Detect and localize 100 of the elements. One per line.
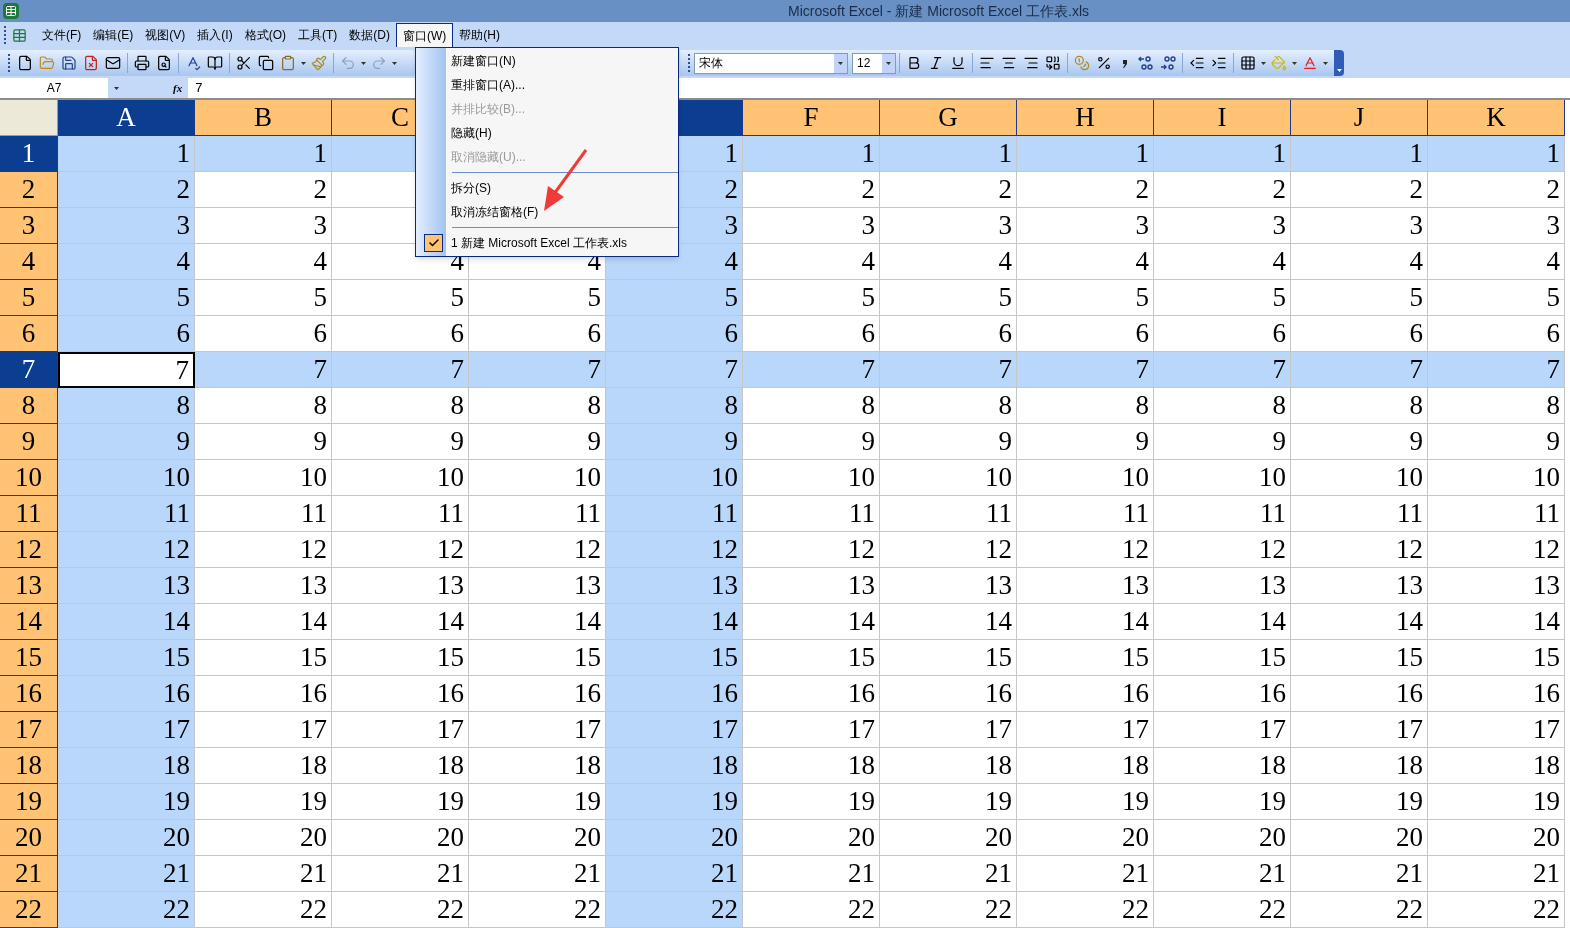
row-header[interactable]: 19 xyxy=(0,784,58,820)
caret-icon[interactable] xyxy=(1292,61,1297,65)
table-cell: 12 xyxy=(743,532,880,568)
row-header[interactable]: 1 xyxy=(0,136,58,172)
table-cell: 5 xyxy=(1017,280,1154,316)
menu-item[interactable]: 帮助(H) xyxy=(453,23,506,47)
table-cell: 1 xyxy=(743,136,880,172)
caret-icon[interactable] xyxy=(361,61,366,65)
caret-icon[interactable] xyxy=(886,61,891,65)
column-header[interactable]: A xyxy=(58,100,195,136)
table-cell: 22 xyxy=(195,892,332,928)
table-cell: 14 xyxy=(1154,604,1291,640)
table-cell: 6 xyxy=(880,316,1017,352)
row-header[interactable]: 3 xyxy=(0,208,58,244)
table-cell: 20 xyxy=(606,820,743,856)
row-header[interactable]: 8 xyxy=(0,388,58,424)
caret-icon[interactable] xyxy=(1261,61,1266,65)
table-cell: 3 xyxy=(195,208,332,244)
table-cell: 3 xyxy=(1291,208,1428,244)
menu-item[interactable]: 文件(F) xyxy=(36,23,88,47)
row-header[interactable]: 2 xyxy=(0,172,58,208)
row-header[interactable]: 18 xyxy=(0,748,58,784)
table-cell: 19 xyxy=(1428,784,1565,820)
menu-item[interactable]: 视图(V) xyxy=(139,23,192,47)
font-dropdown[interactable]: 宋体 xyxy=(694,52,848,74)
table-cell: 1 xyxy=(1291,136,1428,172)
table-cell: 17 xyxy=(332,712,469,748)
table-cell: 10 xyxy=(1017,460,1154,496)
column-header[interactable]: J xyxy=(1291,100,1428,136)
table-cell: 12 xyxy=(58,532,195,568)
column-header[interactable]: K xyxy=(1428,100,1565,136)
table-cell: 9 xyxy=(743,424,880,460)
table-cell: 21 xyxy=(880,856,1017,892)
table-cell: 5 xyxy=(1428,280,1565,316)
menu-item[interactable]: 工具(T) xyxy=(292,23,344,47)
table-cell: 14 xyxy=(880,604,1017,640)
table-cell: 21 xyxy=(743,856,880,892)
row-header[interactable]: 4 xyxy=(0,244,58,280)
row-header[interactable]: 6 xyxy=(0,316,58,352)
table-cell: 12 xyxy=(1291,532,1428,568)
name-box[interactable]: A7 xyxy=(0,78,108,98)
menu-item[interactable]: 插入(I) xyxy=(191,23,239,47)
row-header[interactable]: 12 xyxy=(0,532,58,568)
table-cell: 18 xyxy=(469,748,606,784)
row-header[interactable]: 14 xyxy=(0,604,58,640)
table-cell: 13 xyxy=(332,568,469,604)
table-cell: 22 xyxy=(880,892,1017,928)
table-cell: 11 xyxy=(1154,496,1291,532)
column-header[interactable]: I xyxy=(1154,100,1291,136)
comma-style-icon[interactable] xyxy=(1122,58,1128,68)
column-header[interactable]: B xyxy=(195,100,332,136)
menu-item[interactable]: 窗口(W) xyxy=(396,23,454,47)
table-cell: 16 xyxy=(469,676,606,712)
decrease-decimal-icon[interactable] xyxy=(1160,55,1176,71)
document-icon[interactable] xyxy=(10,26,28,44)
table-cell: 18 xyxy=(1017,748,1154,784)
table-cell: 15 xyxy=(880,640,1017,676)
row-header[interactable]: 21 xyxy=(0,856,58,892)
caret-icon[interactable] xyxy=(838,61,843,65)
increase-decimal-icon[interactable] xyxy=(1138,55,1154,71)
table-cell: 18 xyxy=(195,748,332,784)
table-cell: 7 xyxy=(195,352,332,388)
row-header[interactable]: 20 xyxy=(0,820,58,856)
row-header[interactable]: 5 xyxy=(0,280,58,316)
table-cell: 20 xyxy=(1154,820,1291,856)
table-cell: 21 xyxy=(332,856,469,892)
table-cell: 18 xyxy=(743,748,880,784)
row-header[interactable]: 15 xyxy=(0,640,58,676)
menu-entry[interactable]: 新建窗口(N) xyxy=(416,49,678,73)
menu-item[interactable]: 编辑(E) xyxy=(87,23,140,47)
caret-icon[interactable] xyxy=(1323,61,1328,65)
menu-item[interactable]: 格式(O) xyxy=(238,23,292,47)
row-header[interactable]: 16 xyxy=(0,676,58,712)
column-header[interactable]: H xyxy=(1017,100,1154,136)
row-header[interactable]: 13 xyxy=(0,568,58,604)
row-header[interactable]: 9 xyxy=(0,424,58,460)
table-cell: 6 xyxy=(743,316,880,352)
table-cell: 16 xyxy=(195,676,332,712)
table-cell: 3 xyxy=(1154,208,1291,244)
row-header[interactable]: 7 xyxy=(0,352,58,388)
row-header[interactable]: 17 xyxy=(0,712,58,748)
table-cell: 8 xyxy=(743,388,880,424)
table-cell: 3 xyxy=(743,208,880,244)
row-header[interactable]: 11 xyxy=(0,496,58,532)
row-header[interactable]: 10 xyxy=(0,460,58,496)
table-cell: 15 xyxy=(332,640,469,676)
font-size-dropdown[interactable]: 12 xyxy=(852,52,896,74)
row-header[interactable]: 22 xyxy=(0,892,58,928)
table-cell: 7 xyxy=(880,352,1017,388)
table-cell: 19 xyxy=(1291,784,1428,820)
caret-icon[interactable] xyxy=(392,61,397,65)
caret-icon[interactable] xyxy=(114,86,119,90)
table-cell: 12 xyxy=(1428,532,1565,568)
menu-item[interactable]: 数据(D) xyxy=(343,23,396,47)
table-cell: 9 xyxy=(606,424,743,460)
table-cell: 15 xyxy=(58,640,195,676)
caret-icon[interactable] xyxy=(301,61,306,65)
toolbar-options-button[interactable] xyxy=(1334,50,1344,76)
column-header[interactable]: G xyxy=(880,100,1017,136)
column-header[interactable]: F xyxy=(743,100,880,136)
